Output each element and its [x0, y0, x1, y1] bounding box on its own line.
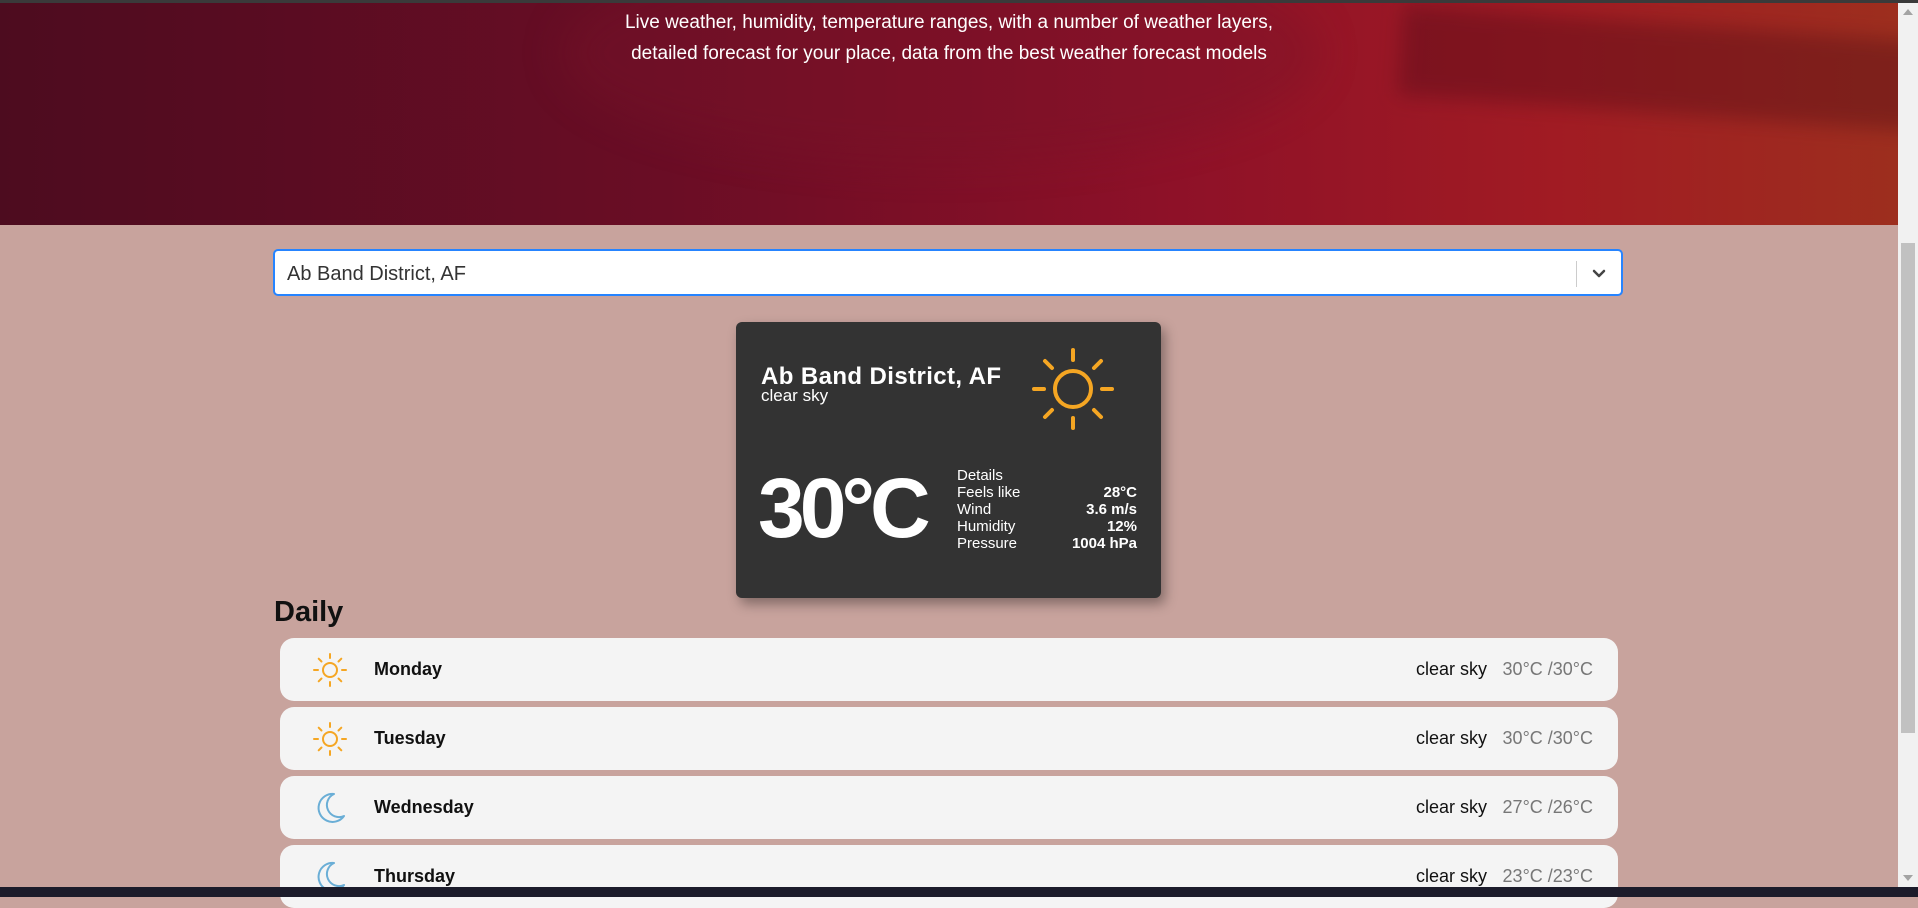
detail-value: 28°C [1103, 484, 1137, 501]
day-temperature-range: 30°C /30°C [1502, 659, 1593, 679]
city-search-select[interactable]: Ab Band District, AF [273, 249, 1623, 296]
scroll-down-icon[interactable] [1903, 875, 1913, 881]
page-scrollbar[interactable] [1898, 3, 1918, 887]
detail-value: 3.6 m/s [1086, 501, 1137, 518]
day-name: Wednesday [374, 797, 474, 817]
hero-subtitle: Live weather, humidity, temperature rang… [0, 7, 1898, 69]
day-name: Monday [374, 659, 443, 679]
daily-heading: Daily [274, 596, 344, 628]
detail-row-wind: Wind 3.6 m/s [957, 501, 1137, 518]
sun-icon [312, 721, 348, 757]
scrollbar-thumb[interactable] [1901, 243, 1915, 733]
detail-row-pressure: Pressure 1004 hPa [957, 535, 1137, 552]
detail-row-humidity: Humidity 12% [957, 518, 1137, 535]
day-temperature-range: 27°C /26°C [1502, 797, 1593, 817]
day-description: clear sky [1415, 659, 1487, 679]
scroll-up-icon[interactable] [1903, 9, 1913, 15]
day-description: clear sky [1415, 866, 1487, 886]
daily-item-thursday[interactable]: Thursday clear sky 23°C /23°C [280, 845, 1618, 908]
detail-label: Wind [957, 501, 992, 518]
day-temperature-range: 23°C /23°C [1502, 866, 1593, 886]
daily-item-wednesday[interactable]: Wednesday clear sky 27°C /26°C [280, 776, 1618, 839]
current-temperature: 30°C [758, 461, 931, 555]
current-description: clear sky [761, 386, 829, 405]
city-search-value: Ab Band District, AF [287, 263, 466, 285]
chevron-down-icon[interactable] [1585, 260, 1613, 288]
daily-item-tuesday[interactable]: Tuesday clear sky 30°C /30°C [280, 707, 1618, 770]
details-heading: Details [957, 467, 1003, 484]
day-temperature-range: 30°C /30°C [1502, 728, 1593, 748]
detail-label: Feels like [957, 484, 1021, 501]
hero-banner: Live weather, humidity, temperature rang… [0, 3, 1898, 225]
day-description: clear sky [1415, 728, 1487, 748]
day-name: Thursday [374, 866, 456, 886]
current-weather-card: Ab Band District, AF clear sky 30°C Deta… [736, 322, 1161, 598]
daily-item-monday[interactable]: Monday clear sky 30°C /30°C [280, 638, 1618, 701]
weather-details: Details Feels like 28°C Wind 3.6 m/s Hum… [957, 467, 1137, 552]
select-separator [1576, 261, 1577, 287]
sun-icon [1028, 344, 1118, 434]
sun-icon [312, 652, 348, 688]
hero-subtitle-line: Live weather, humidity, temperature rang… [624, 12, 1274, 33]
taskbar-strip [0, 887, 1918, 897]
day-name: Tuesday [374, 728, 446, 748]
day-description: clear sky [1415, 797, 1487, 817]
detail-label: Pressure [957, 535, 1018, 552]
detail-value: 1004 hPa [1071, 535, 1137, 552]
detail-row-feels-like: Feels like 28°C [957, 484, 1137, 501]
detail-label: Humidity [957, 518, 1016, 535]
hero-subtitle-line: detailed forecast for your place, data f… [631, 43, 1267, 64]
moon-icon [312, 790, 348, 826]
detail-value: 12% [1106, 518, 1137, 535]
